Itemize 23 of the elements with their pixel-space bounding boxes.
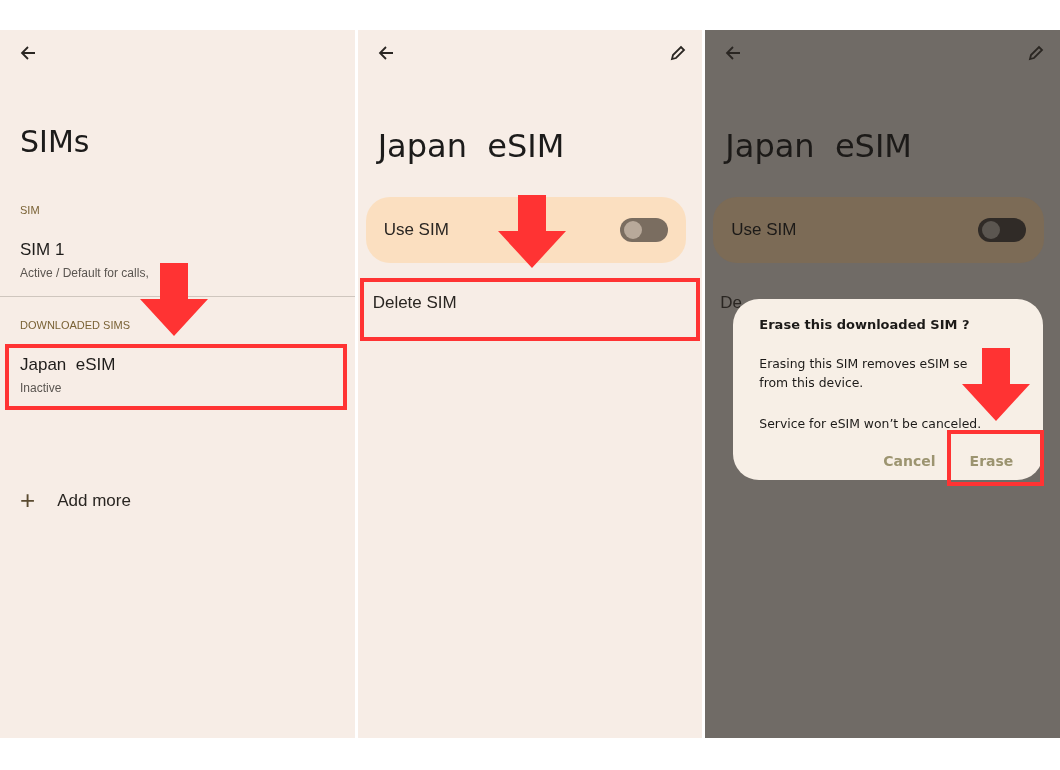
dialog-title: Erase this downloaded SIM ? xyxy=(759,317,971,332)
pencil-icon[interactable] xyxy=(670,45,687,61)
sim-status: Active / Default for calls, xyxy=(20,266,150,280)
toggle-label: Use SIM xyxy=(383,220,449,240)
dialog-message: Erasing this SIM removes eSIM se from this device. xyxy=(759,355,969,392)
sim-title[interactable]: Japan eSIM xyxy=(20,355,339,375)
add-more-link[interactable]: Add more xyxy=(57,490,131,511)
use-sim-card[interactable]: Use SIM xyxy=(365,197,687,263)
screen-title: Japan eSIM xyxy=(725,127,913,165)
screen-title: Japan eSIM xyxy=(377,127,566,165)
back-icon[interactable] xyxy=(20,45,36,61)
delete-sim-item[interactable]: Delete SIM xyxy=(372,293,687,313)
toggle-label: Use SIM xyxy=(731,220,797,240)
plus-icon[interactable]: + xyxy=(20,485,36,516)
toggle-switch[interactable] xyxy=(978,218,1026,242)
back-icon[interactable] xyxy=(377,45,394,61)
section-header: SIM xyxy=(20,204,41,216)
section-header: DOWNLOADED SIMS xyxy=(20,319,131,331)
sim-title[interactable]: SIM 1 xyxy=(20,240,339,260)
toggle-switch[interactable] xyxy=(620,218,669,242)
sim-status: Inactive xyxy=(20,381,63,395)
dialog-note: Service for eSIM won’t be canceled. xyxy=(759,416,983,431)
screen-title: SIMs xyxy=(20,124,91,159)
